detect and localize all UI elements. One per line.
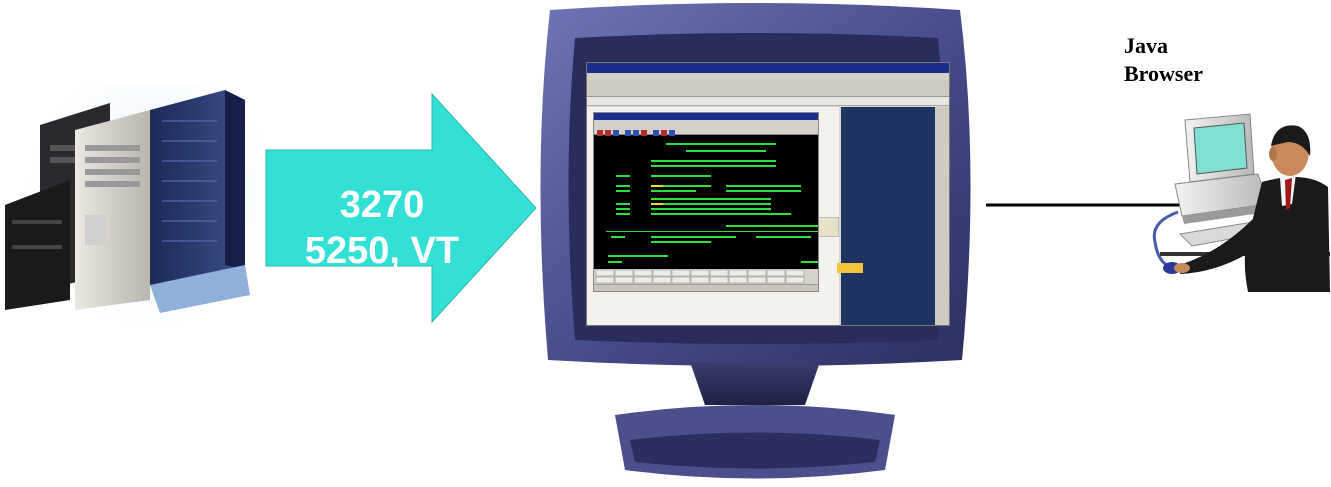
terminal-function-keys [594,269,818,285]
arrow-label: 3270 5250, VT [272,182,492,274]
user-at-computer-icon [1152,113,1330,292]
terminal-title-bar [594,113,818,120]
web-sidebar-heading [841,107,935,121]
browser-address-bar [587,97,949,106]
web-highlight-box [837,263,863,273]
server-rack-icon [5,85,270,325]
client-label-line1: Java [1124,33,1168,58]
web-sidebar [841,107,935,325]
terminal-key-grid [595,269,805,284]
browser-scrollbar [935,107,949,325]
browser-toolbar [587,80,949,97]
terminal-screen [596,136,818,267]
client-label-line2: Browser [1124,61,1204,86]
arrow-label-line2: 5250, VT [304,230,460,272]
terminal-toolbar [594,125,818,136]
arrow-label-line1: 3270 [339,184,425,226]
terminal-status-bar [594,284,818,291]
terminal-emulator-window [593,112,819,292]
terminal-text-lines [606,143,818,264]
browser-menu-bar [587,73,949,80]
browser-title-bar [587,63,949,73]
client-label: Java Browser [1124,32,1244,88]
